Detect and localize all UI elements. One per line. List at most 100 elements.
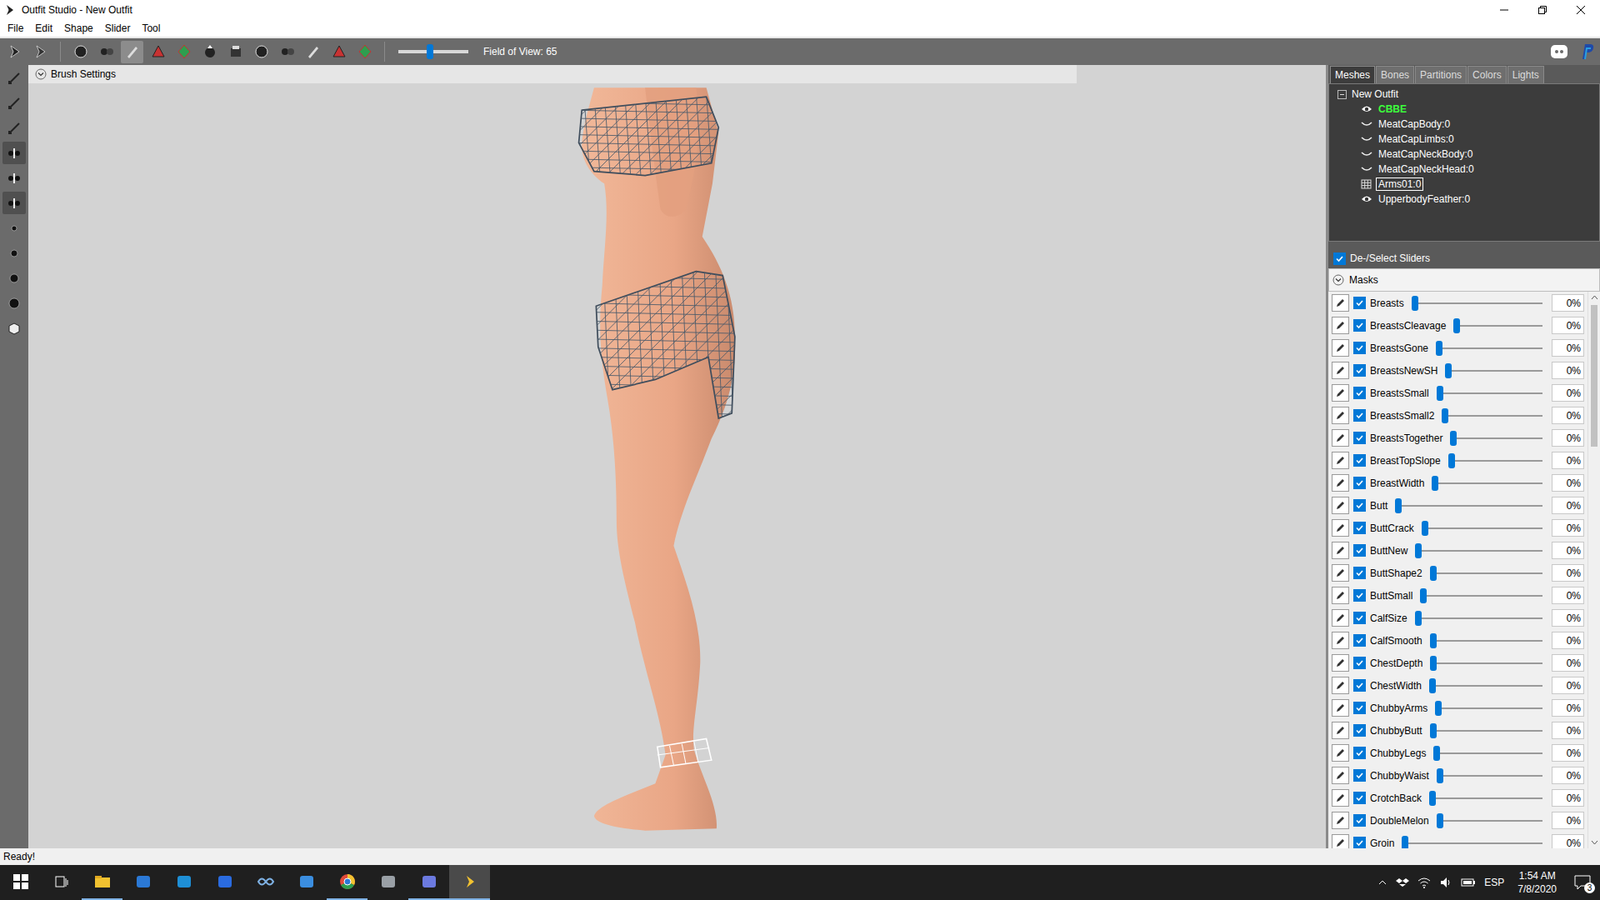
slider-checkbox[interactable] xyxy=(1353,679,1366,692)
edit-button[interactable] xyxy=(1331,384,1350,402)
slider-value[interactable]: 0% xyxy=(1551,541,1585,560)
slider-thumb[interactable] xyxy=(1429,790,1436,806)
slider-checkbox[interactable] xyxy=(1353,319,1366,332)
slider-value[interactable]: 0% xyxy=(1551,609,1585,627)
side-tool-button[interactable] xyxy=(2,241,26,265)
clock[interactable]: 1:54 AM7/8/2020 xyxy=(1512,869,1562,896)
edit-button[interactable] xyxy=(1331,609,1350,627)
slider-value[interactable]: 0% xyxy=(1551,406,1585,425)
chevron-icon[interactable] xyxy=(35,68,47,80)
mesh-item[interactable]: MeatCapBody:0 xyxy=(1332,116,1596,132)
slider-value[interactable]: 0% xyxy=(1551,631,1585,650)
panel-tab[interactable]: Bones xyxy=(1375,65,1415,84)
deselect-sliders[interactable]: De-/Select Sliders xyxy=(1328,248,1600,269)
hidden-eye-icon[interactable] xyxy=(1360,149,1373,160)
slider-value[interactable]: 0% xyxy=(1551,474,1585,492)
hidden-eye-icon[interactable] xyxy=(1360,134,1373,145)
slider-checkbox[interactable] xyxy=(1353,341,1366,355)
slider-thumb[interactable] xyxy=(1415,610,1422,626)
slider-track[interactable] xyxy=(1429,685,1543,687)
slider-value[interactable]: 0% xyxy=(1551,811,1585,830)
slider-track[interactable] xyxy=(1415,617,1543,620)
slider-checkbox[interactable] xyxy=(1353,769,1366,782)
volume-icon[interactable] xyxy=(1439,875,1453,890)
restore-button[interactable] xyxy=(1523,0,1562,20)
slider-value[interactable]: 0% xyxy=(1551,834,1585,849)
side-tool-button[interactable] xyxy=(2,191,26,215)
slider-thumb[interactable] xyxy=(1431,475,1439,491)
slider-checkbox[interactable] xyxy=(1353,544,1366,557)
slider-value[interactable]: 0% xyxy=(1551,496,1585,515)
mesh-item[interactable]: MeatCapNeckHead:0 xyxy=(1332,161,1596,177)
close-button[interactable] xyxy=(1561,0,1600,20)
slider-track[interactable] xyxy=(1436,775,1543,777)
slider-track[interactable] xyxy=(1430,640,1543,642)
tool-button[interactable] xyxy=(172,40,195,64)
mesh-item[interactable]: Arms01:0 xyxy=(1332,176,1596,192)
slider-track[interactable] xyxy=(1415,550,1543,552)
edit-button[interactable] xyxy=(1331,294,1350,312)
slider-thumb[interactable] xyxy=(1415,543,1422,559)
slider-track[interactable] xyxy=(1435,707,1543,710)
fov-slider-thumb[interactable] xyxy=(426,44,434,60)
slider-value[interactable]: 0% xyxy=(1551,384,1585,402)
menu-item[interactable]: Slider xyxy=(99,22,137,35)
edit-button[interactable] xyxy=(1331,654,1350,672)
side-tool-button[interactable] xyxy=(2,291,26,315)
edit-button[interactable] xyxy=(1331,789,1350,807)
fov-slider[interactable] xyxy=(398,50,469,54)
menu-item[interactable]: File xyxy=(1,22,30,35)
slider-thumb[interactable] xyxy=(1435,700,1442,716)
slider-checkbox[interactable] xyxy=(1353,611,1366,625)
taskbar-app[interactable] xyxy=(408,865,450,900)
side-tool-button[interactable] xyxy=(2,91,26,115)
slider-value[interactable]: 0% xyxy=(1551,451,1585,470)
slider-value[interactable]: 0% xyxy=(1551,564,1585,582)
slider-track[interactable] xyxy=(1431,482,1543,485)
taskbar-app[interactable] xyxy=(163,865,205,900)
model-figure[interactable] xyxy=(563,86,758,837)
hidden-eye-icon[interactable] xyxy=(1360,164,1373,175)
deselect-checkbox[interactable] xyxy=(1333,252,1346,265)
slider-checkbox[interactable] xyxy=(1353,386,1366,400)
slider-track[interactable] xyxy=(1448,460,1543,462)
edit-button[interactable] xyxy=(1331,586,1350,605)
slider-track[interactable] xyxy=(1435,347,1543,350)
tool-button[interactable] xyxy=(224,40,247,64)
slider-thumb[interactable] xyxy=(1420,588,1427,604)
side-tool-button[interactable] xyxy=(2,166,26,190)
slider-track[interactable] xyxy=(1441,415,1543,417)
tray-chevron-icon[interactable] xyxy=(1377,877,1388,888)
discord-icon[interactable] xyxy=(1550,42,1569,61)
slider-checkbox[interactable] xyxy=(1353,701,1366,715)
slider-value[interactable]: 0% xyxy=(1551,339,1585,357)
edit-button[interactable] xyxy=(1331,361,1350,380)
mesh-item[interactable]: MeatCapLimbs:0 xyxy=(1332,131,1596,147)
slider-value[interactable]: 0% xyxy=(1551,316,1585,335)
edit-button[interactable] xyxy=(1331,721,1350,740)
viewport[interactable]: Brush Settings xyxy=(28,65,1326,849)
mesh-item[interactable]: UpperbodyFeather:0 xyxy=(1332,191,1596,207)
edit-button[interactable] xyxy=(1331,474,1350,492)
scroll-down-icon[interactable] xyxy=(1590,838,1599,846)
slider-checkbox[interactable] xyxy=(1353,454,1366,467)
slider-track[interactable] xyxy=(1445,370,1543,372)
battery-icon[interactable] xyxy=(1460,875,1476,890)
slider-checkbox[interactable] xyxy=(1353,814,1366,827)
slider-track[interactable] xyxy=(1421,527,1543,530)
menu-item[interactable]: Edit xyxy=(29,22,59,35)
slider-checkbox[interactable] xyxy=(1353,296,1366,310)
paypal-icon[interactable] xyxy=(1578,42,1597,61)
slider-checkbox[interactable] xyxy=(1353,566,1366,580)
tool-button[interactable] xyxy=(3,40,26,64)
slider-track[interactable] xyxy=(1433,752,1543,755)
notifications-button[interactable]: 3 xyxy=(1570,870,1595,895)
slider-checkbox[interactable] xyxy=(1353,724,1366,737)
task-view-button[interactable] xyxy=(40,865,82,900)
slider-track[interactable] xyxy=(1436,820,1543,822)
slider-thumb[interactable] xyxy=(1441,408,1449,424)
slider-thumb[interactable] xyxy=(1436,385,1444,401)
edit-button[interactable] xyxy=(1331,541,1350,560)
taskbar-app[interactable] xyxy=(122,865,164,900)
edit-button[interactable] xyxy=(1331,496,1350,515)
